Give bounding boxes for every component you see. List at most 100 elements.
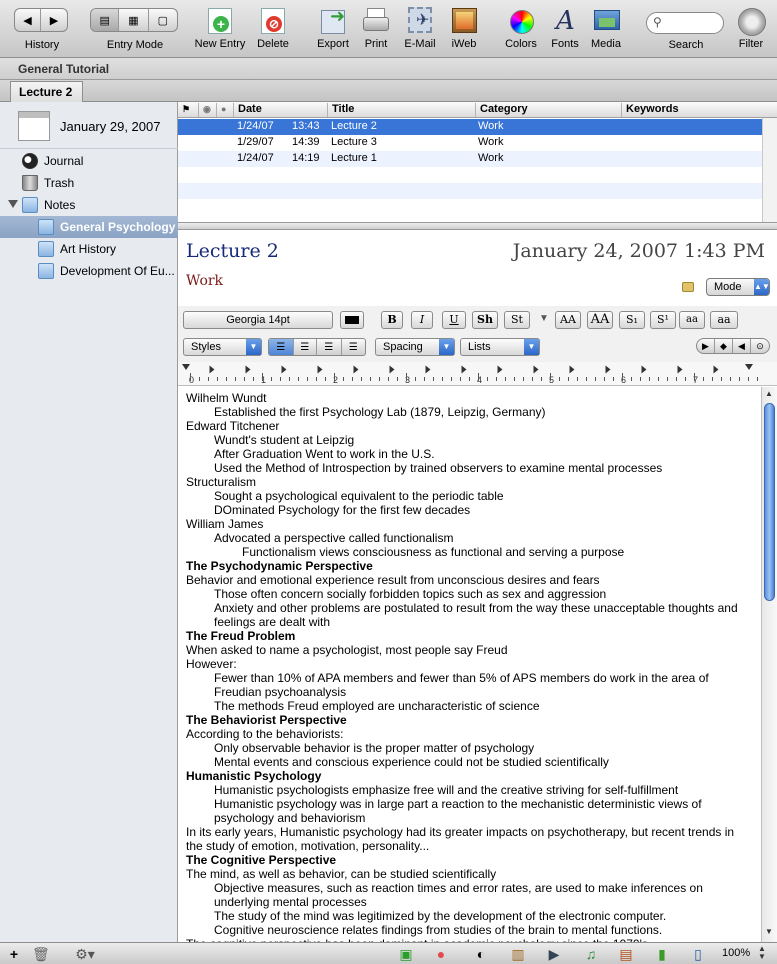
split-view-divider[interactable] bbox=[178, 222, 777, 230]
bookmark-icon[interactable]: ▮ bbox=[654, 946, 670, 962]
tab-stop-icon[interactable] bbox=[389, 365, 395, 374]
font-selector[interactable]: Georgia 14pt bbox=[183, 311, 333, 329]
title-column-header[interactable]: Title bbox=[327, 103, 475, 117]
entry-mode-control[interactable]: ▤ ▦ ▢ Entry Mode bbox=[90, 4, 180, 51]
entry-title[interactable]: Lecture 2 bbox=[186, 240, 279, 262]
email-button[interactable]: ✈ E-Mail bbox=[400, 4, 440, 50]
entry-category[interactable]: Work bbox=[186, 273, 223, 289]
calendar-icon[interactable] bbox=[18, 111, 50, 141]
sidebar-item-journal[interactable]: Journal bbox=[0, 150, 178, 172]
strike-button[interactable]: St bbox=[504, 311, 530, 329]
align-right-icon[interactable]: ☰ bbox=[317, 339, 342, 355]
italic-button[interactable]: I bbox=[411, 311, 433, 329]
keywords-column-header[interactable]: Keywords bbox=[621, 103, 762, 117]
center-tab-icon[interactable]: ◆ bbox=[715, 339, 733, 353]
new-entry-button[interactable]: + New Entry bbox=[192, 4, 248, 50]
video-icon[interactable]: ▣ bbox=[398, 946, 414, 962]
right-tab-icon[interactable]: ◀ bbox=[733, 339, 751, 353]
mode-popup[interactable]: Mode ▲▼ bbox=[706, 278, 770, 296]
lock-icon[interactable] bbox=[682, 282, 694, 292]
alignment-control[interactable]: ☰ ☰ ☰ ☰ bbox=[268, 338, 366, 356]
list-row[interactable]: 1/24/07 13:43 Lecture 2 Work bbox=[178, 119, 762, 135]
history-arrows[interactable]: ◀ ▶ bbox=[14, 8, 68, 32]
lists-popup[interactable]: Lists ▼ bbox=[460, 338, 540, 356]
indent-marker-icon[interactable] bbox=[182, 364, 190, 370]
category-column-header[interactable]: Category bbox=[475, 103, 621, 117]
print-button[interactable]: Print bbox=[360, 4, 392, 50]
list-mode-icon[interactable]: ▤ bbox=[91, 9, 120, 31]
entry-tab[interactable]: Lecture 2 bbox=[10, 81, 84, 102]
page-mode-icon[interactable]: ▢ bbox=[149, 9, 177, 31]
label-column-header[interactable]: ◉ bbox=[198, 103, 214, 117]
entry-mode-segments[interactable]: ▤ ▦ ▢ bbox=[90, 8, 178, 32]
tab-stop-icon[interactable] bbox=[317, 365, 323, 374]
iweb-button[interactable]: iWeb bbox=[446, 4, 482, 50]
sidebar-item-trash[interactable]: Trash bbox=[0, 172, 178, 194]
gear-icon[interactable]: ⚙▾ bbox=[72, 946, 98, 962]
sidebar-item-general-psychology[interactable]: General Psychology bbox=[0, 216, 178, 238]
list-row[interactable]: 1/24/07 14:19 Lecture 1 Work bbox=[178, 151, 762, 167]
record-icon[interactable]: ● bbox=[433, 946, 449, 962]
left-tab-icon[interactable]: ▶ bbox=[697, 339, 715, 353]
movie-icon[interactable]: ▶ bbox=[546, 946, 562, 962]
scroll-down-arrow-icon[interactable]: ▼ bbox=[765, 927, 773, 936]
history-button[interactable]: ◀ ▶ History bbox=[14, 4, 70, 51]
add-icon[interactable]: + bbox=[6, 946, 22, 962]
disclosure-triangle-icon[interactable] bbox=[8, 200, 18, 208]
tab-stop-icon[interactable] bbox=[569, 365, 575, 374]
subscript-button[interactable]: S₁ bbox=[619, 311, 645, 329]
filter-button[interactable]: Filter bbox=[733, 4, 769, 50]
photo-icon[interactable]: ▤ bbox=[618, 946, 634, 962]
lowercase-button[interactable]: aa bbox=[679, 311, 705, 329]
sidebar-item-art-history[interactable]: Art History bbox=[0, 238, 178, 260]
search-field[interactable]: ⚲ bbox=[646, 12, 724, 34]
colors-button[interactable]: Colors bbox=[502, 4, 540, 50]
font-bigger-button[interactable]: AA bbox=[555, 311, 581, 329]
forward-arrow-icon[interactable]: ▶ bbox=[41, 9, 67, 31]
tab-stop-icon[interactable] bbox=[497, 365, 503, 374]
font-smaller-button[interactable]: AA bbox=[587, 311, 613, 329]
journal-small-icon[interactable]: ◐ bbox=[473, 946, 489, 962]
book-icon[interactable]: ▥ bbox=[510, 946, 526, 962]
uppercase-button[interactable]: aa bbox=[710, 311, 738, 329]
tab-stop-icon[interactable] bbox=[209, 365, 215, 374]
align-justify-icon[interactable]: ☰ bbox=[342, 339, 365, 355]
text-scrollbar[interactable]: ▲ ▼ bbox=[761, 387, 777, 942]
zoom-level[interactable]: 100% bbox=[722, 947, 750, 959]
superscript-button[interactable]: S¹ bbox=[650, 311, 676, 329]
fonts-button[interactable]: A Fonts bbox=[548, 4, 582, 50]
flag-column-header[interactable]: ⚑ bbox=[178, 103, 192, 117]
styles-popup[interactable]: Styles ▼ bbox=[183, 338, 262, 356]
align-left-icon[interactable]: ☰ bbox=[269, 339, 294, 355]
group-tab[interactable]: General Tutorial bbox=[18, 62, 109, 76]
sidebar-date[interactable]: January 29, 2007 bbox=[60, 119, 160, 134]
music-icon[interactable]: ♫ bbox=[583, 946, 599, 962]
tab-stop-icon[interactable] bbox=[677, 365, 683, 374]
sidebar-item-notes[interactable]: Notes bbox=[0, 194, 178, 216]
shadow-button[interactable]: Sh bbox=[472, 311, 498, 329]
scroll-thumb[interactable] bbox=[764, 403, 775, 601]
tab-stop-icon[interactable] bbox=[245, 365, 251, 374]
status-column-header[interactable]: ● bbox=[216, 103, 232, 117]
entry-text-area[interactable]: Wilhelm Wundt Established the first Psych… bbox=[178, 387, 761, 942]
trash-icon[interactable]: 🗑 bbox=[32, 946, 50, 962]
entry-date[interactable]: January 24, 2007 1:43 PM bbox=[513, 240, 765, 262]
ruler[interactable]: 0 1 2 3 4 5 6 7 bbox=[178, 362, 777, 386]
back-arrow-icon[interactable]: ◀ bbox=[15, 9, 42, 31]
export-button[interactable]: ➜ Export bbox=[312, 4, 354, 50]
tab-stop-icon[interactable] bbox=[713, 365, 719, 374]
tab-stop-icon[interactable] bbox=[461, 365, 467, 374]
tab-stop-icon[interactable] bbox=[281, 365, 287, 374]
text-color-button[interactable] bbox=[340, 311, 364, 329]
tab-stop-icon[interactable] bbox=[353, 365, 359, 374]
align-center-icon[interactable]: ☰ bbox=[294, 339, 318, 355]
date-column-header[interactable]: Date bbox=[233, 103, 327, 117]
tab-stop-icon[interactable] bbox=[641, 365, 647, 374]
more-styles-triangle-icon[interactable]: ▼ bbox=[539, 313, 549, 324]
bold-button[interactable]: B bbox=[381, 311, 403, 329]
document-icon[interactable]: ▯ bbox=[690, 946, 706, 962]
delete-button[interactable]: ⊘ Delete bbox=[253, 4, 293, 50]
photo-mode-icon[interactable]: ▦ bbox=[119, 9, 149, 31]
scroll-up-arrow-icon[interactable]: ▲ bbox=[765, 389, 773, 398]
list-scrollbar[interactable] bbox=[762, 118, 777, 222]
